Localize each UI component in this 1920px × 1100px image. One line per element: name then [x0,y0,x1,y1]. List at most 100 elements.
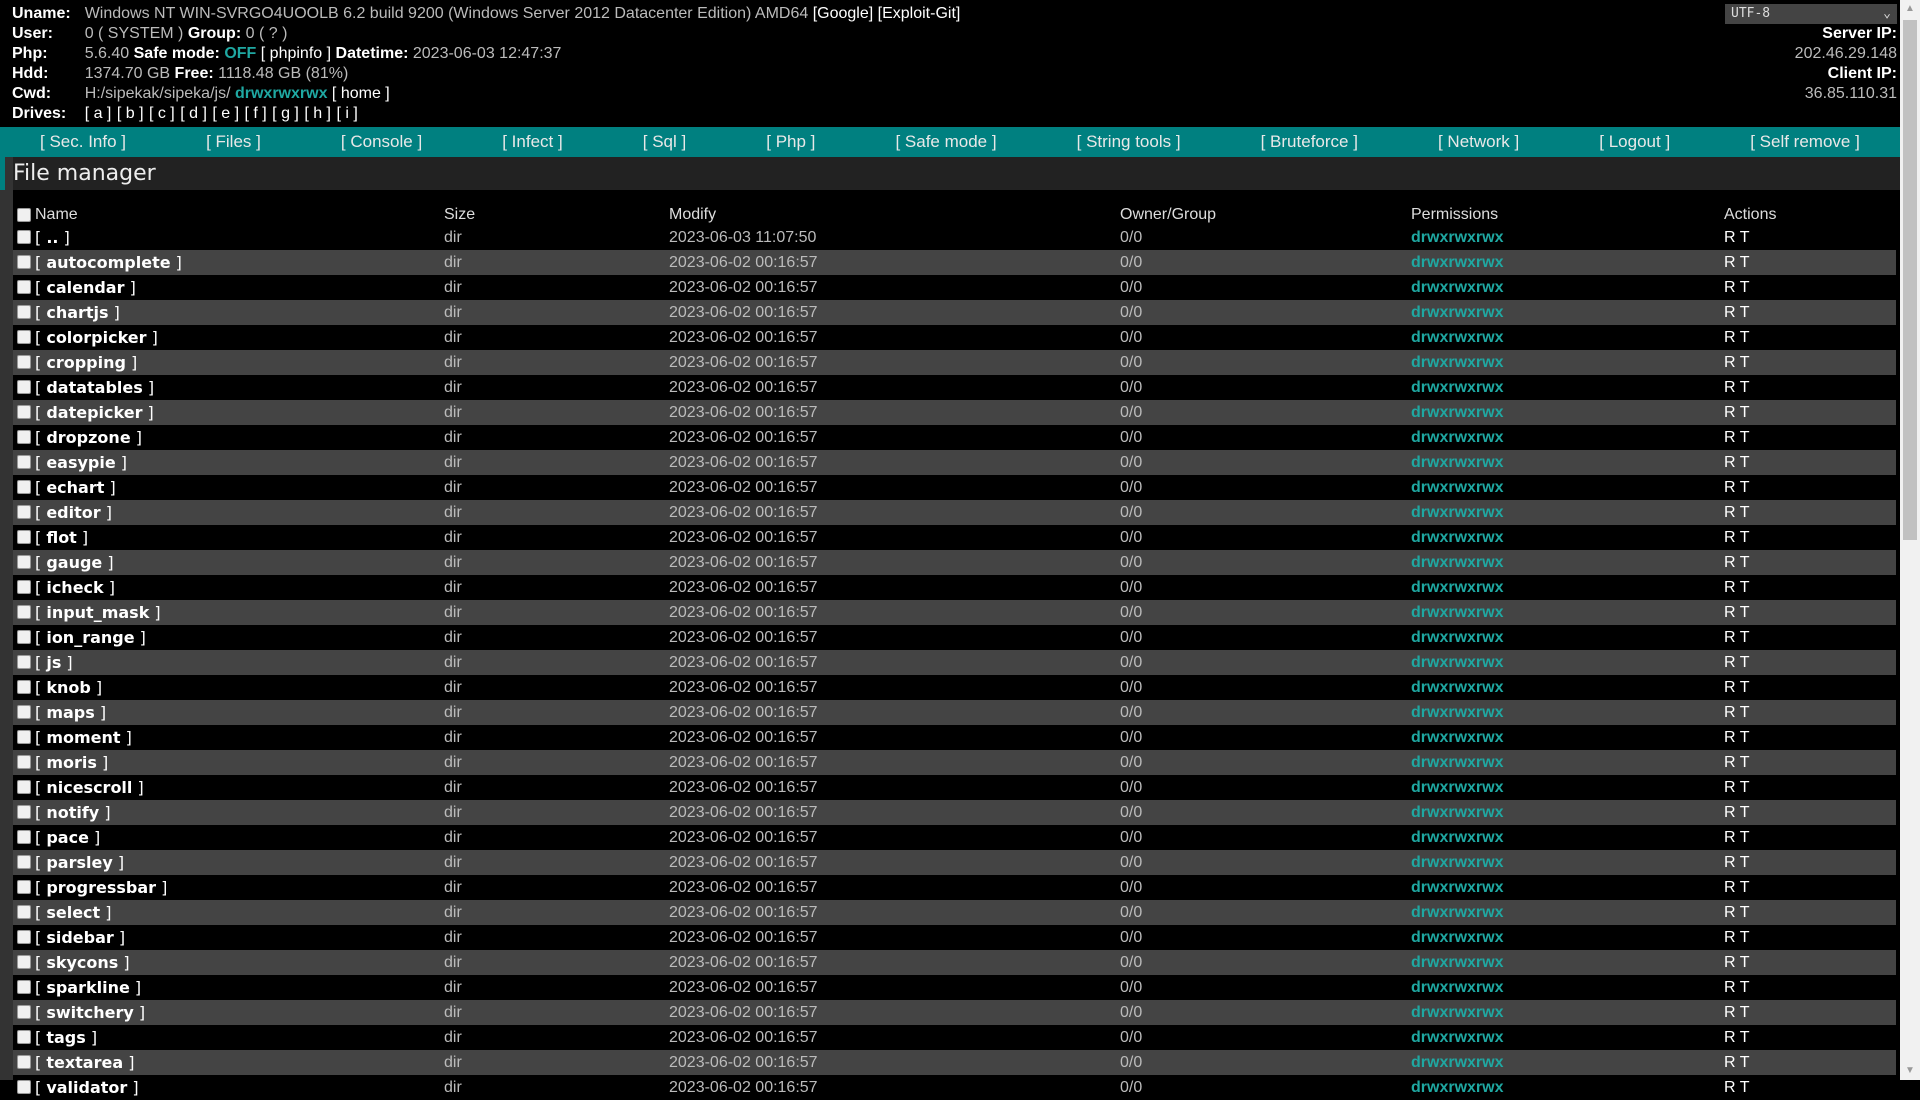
folder-link[interactable]: [ dropzone ] [35,428,142,447]
row-checkbox[interactable] [17,530,31,545]
encoding-select[interactable]: UTF-8 ⌄ [1725,4,1897,24]
permissions-link[interactable]: drwxrwxrwx [1411,629,1503,646]
row-checkbox[interactable] [17,755,31,770]
permissions-link[interactable]: drwxrwxrwx [1411,979,1503,996]
phpinfo-link[interactable]: [ phpinfo ] [261,45,331,62]
permissions-link[interactable]: drwxrwxrwx [1411,754,1503,771]
folder-link[interactable]: [ moment ] [35,728,132,747]
permissions-link[interactable]: drwxrwxrwx [1411,304,1503,321]
scroll-down-arrow-icon[interactable]: ▼ [1900,1062,1920,1080]
folder-link[interactable]: [ input_mask ] [35,603,161,622]
row-actions[interactable]: R T [1724,829,1749,846]
permissions-link[interactable]: drwxrwxrwx [1411,479,1503,496]
permissions-link[interactable]: drwxrwxrwx [1411,579,1503,596]
row-actions[interactable]: R T [1724,579,1749,596]
drive-h-link[interactable]: [ h ] [304,105,331,122]
folder-link[interactable]: [ moris ] [35,753,108,772]
permissions-link[interactable]: drwxrwxrwx [1411,929,1503,946]
row-actions[interactable]: R T [1724,379,1749,396]
row-checkbox[interactable] [17,1005,31,1020]
drive-g-link[interactable]: [ g ] [272,105,299,122]
row-actions[interactable]: R T [1724,279,1749,296]
row-checkbox[interactable] [17,1030,31,1045]
nav-logout[interactable]: [ Logout ] [1589,132,1680,152]
permissions-link[interactable]: drwxrwxrwx [1411,229,1503,246]
drive-e-link[interactable]: [ e ] [212,105,239,122]
row-checkbox[interactable] [17,730,31,745]
row-actions[interactable]: R T [1724,904,1749,921]
row-checkbox[interactable] [17,780,31,795]
permissions-link[interactable]: drwxrwxrwx [1411,454,1503,471]
row-actions[interactable]: R T [1724,329,1749,346]
nav-sec-info[interactable]: [ Sec. Info ] [30,132,136,152]
folder-link[interactable]: [ ion_range ] [35,628,146,647]
scroll-up-arrow-icon[interactable]: ▲ [1900,0,1920,18]
row-checkbox[interactable] [17,1080,31,1095]
row-checkbox[interactable] [17,680,31,695]
row-actions[interactable]: R T [1724,1004,1749,1021]
row-actions[interactable]: R T [1724,779,1749,796]
permissions-link[interactable]: drwxrwxrwx [1411,404,1503,421]
permissions-link[interactable]: drwxrwxrwx [1411,954,1503,971]
permissions-link[interactable]: drwxrwxrwx [1411,829,1503,846]
drive-d-link[interactable]: [ d ] [180,105,207,122]
row-actions[interactable]: R T [1724,704,1749,721]
folder-link[interactable]: [ textarea ] [35,1053,134,1072]
row-checkbox[interactable] [17,230,31,245]
row-checkbox[interactable] [17,855,31,870]
folder-link[interactable]: [ pace ] [35,828,100,847]
row-checkbox[interactable] [17,805,31,820]
row-actions[interactable]: R T [1724,954,1749,971]
folder-link[interactable]: [ nicescroll ] [35,778,144,797]
row-actions[interactable]: R T [1724,254,1749,271]
folder-link[interactable]: [ switchery ] [35,1003,145,1022]
folder-link[interactable]: [ cropping ] [35,353,137,372]
row-checkbox[interactable] [17,930,31,945]
column-name[interactable]: Name [35,190,444,225]
row-actions[interactable]: R T [1724,479,1749,496]
row-actions[interactable]: R T [1724,454,1749,471]
permissions-link[interactable]: drwxrwxrwx [1411,604,1503,621]
permissions-link[interactable]: drwxrwxrwx [1411,529,1503,546]
permissions-link[interactable]: drwxrwxrwx [1411,679,1503,696]
row-actions[interactable]: R T [1724,404,1749,421]
permissions-link[interactable]: drwxrwxrwx [1411,704,1503,721]
folder-link[interactable]: [ .. ] [35,228,70,247]
row-actions[interactable]: R T [1724,979,1749,996]
permissions-link[interactable]: drwxrwxrwx [1411,329,1503,346]
folder-link[interactable]: [ sidebar ] [35,928,125,947]
row-actions[interactable]: R T [1724,929,1749,946]
folder-link[interactable]: [ js ] [35,653,73,672]
permissions-link[interactable]: drwxrwxrwx [1411,429,1503,446]
row-actions[interactable]: R T [1724,1054,1749,1071]
drive-i-link[interactable]: [ i ] [336,105,357,122]
drive-f-link[interactable]: [ f ] [244,105,266,122]
folder-link[interactable]: [ colorpicker ] [35,328,158,347]
row-checkbox[interactable] [17,380,31,395]
drive-b-link[interactable]: [ b ] [117,105,144,122]
permissions-link[interactable]: drwxrwxrwx [1411,904,1503,921]
folder-link[interactable]: [ icheck ] [35,578,115,597]
permissions-link[interactable]: drwxrwxrwx [1411,1004,1503,1021]
row-actions[interactable]: R T [1724,629,1749,646]
row-checkbox[interactable] [17,330,31,345]
drive-a-link[interactable]: [ a ] [85,105,112,122]
row-checkbox[interactable] [17,955,31,970]
folder-link[interactable]: [ progressbar ] [35,878,167,897]
row-actions[interactable]: R T [1724,604,1749,621]
row-checkbox[interactable] [17,280,31,295]
row-actions[interactable]: R T [1724,554,1749,571]
row-checkbox[interactable] [17,305,31,320]
permissions-link[interactable]: drwxrwxrwx [1411,879,1503,896]
folder-link[interactable]: [ flot ] [35,528,88,547]
row-actions[interactable]: R T [1724,679,1749,696]
row-actions[interactable]: R T [1724,729,1749,746]
row-actions[interactable]: R T [1724,354,1749,371]
folder-link[interactable]: [ calendar ] [35,278,136,297]
google-link[interactable]: [Google] [813,5,873,22]
permissions-link[interactable]: drwxrwxrwx [1411,379,1503,396]
folder-link[interactable]: [ echart ] [35,478,116,497]
row-checkbox[interactable] [17,605,31,620]
permissions-link[interactable]: drwxrwxrwx [1411,804,1503,821]
nav-sql[interactable]: [ Sql ] [633,132,696,152]
